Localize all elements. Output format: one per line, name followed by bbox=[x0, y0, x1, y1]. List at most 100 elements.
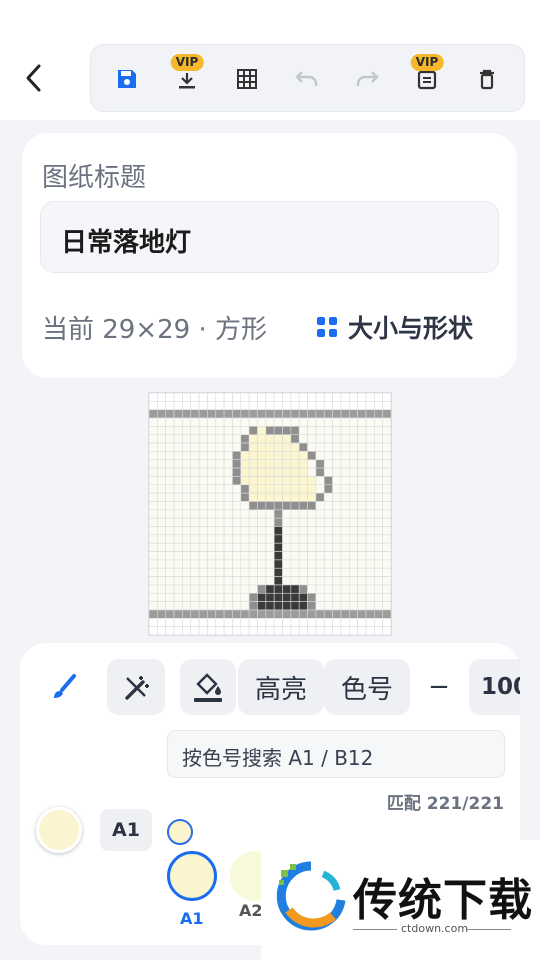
pixel-cell[interactable] bbox=[298, 401, 308, 410]
pixel-cell[interactable] bbox=[149, 576, 158, 586]
pixel-cell[interactable] bbox=[182, 576, 192, 586]
pixel-cell[interactable] bbox=[157, 584, 166, 594]
pixel-cell[interactable] bbox=[290, 409, 300, 419]
pixel-cell[interactable] bbox=[157, 526, 166, 536]
pixel-cell[interactable] bbox=[340, 409, 350, 419]
pixel-cell[interactable] bbox=[348, 567, 358, 577]
pixel-cell[interactable] bbox=[257, 542, 267, 552]
pixel-cell[interactable] bbox=[340, 476, 350, 486]
pixel-cell[interactable] bbox=[207, 567, 217, 577]
pixel-cell[interactable] bbox=[307, 526, 317, 536]
pixel-cell[interactable] bbox=[223, 584, 233, 594]
pixel-cell[interactable] bbox=[232, 426, 242, 436]
pixel-cell[interactable] bbox=[374, 567, 383, 577]
pixel-cell[interactable] bbox=[315, 476, 325, 486]
pixel-cell[interactable] bbox=[182, 626, 192, 635]
pixel-cell[interactable] bbox=[157, 567, 166, 577]
pixel-cell[interactable] bbox=[207, 534, 217, 544]
pixel-cell[interactable] bbox=[257, 559, 267, 569]
pixel-cell[interactable] bbox=[374, 434, 383, 444]
pixel-cell[interactable] bbox=[265, 526, 275, 536]
pixel-cell[interactable] bbox=[207, 542, 217, 552]
pixel-cell[interactable] bbox=[307, 626, 317, 635]
pixel-cell[interactable] bbox=[257, 417, 267, 427]
pixel-cell[interactable] bbox=[365, 476, 375, 486]
pixel-cell[interactable] bbox=[257, 492, 267, 502]
fill-tool[interactable] bbox=[180, 659, 236, 715]
pixel-cell[interactable] bbox=[382, 601, 391, 611]
pixel-cell[interactable] bbox=[290, 584, 300, 594]
pixel-cell[interactable] bbox=[315, 601, 325, 611]
pixel-cell[interactable] bbox=[157, 618, 166, 627]
pixel-cell[interactable] bbox=[265, 534, 275, 544]
pixel-cell[interactable] bbox=[374, 476, 383, 486]
pixel-cell[interactable] bbox=[323, 517, 333, 527]
pixel-cell[interactable] bbox=[290, 501, 300, 511]
pixel-cell[interactable] bbox=[365, 559, 375, 569]
pixel-cell[interactable] bbox=[257, 584, 267, 594]
pixel-cell[interactable] bbox=[290, 551, 300, 561]
pixel-cell[interactable] bbox=[374, 592, 383, 602]
pixel-cell[interactable] bbox=[190, 534, 200, 544]
pixel-cell[interactable] bbox=[165, 501, 175, 511]
pixel-cell[interactable] bbox=[215, 417, 225, 427]
pixel-cell[interactable] bbox=[173, 626, 183, 635]
pixel-cell[interactable] bbox=[190, 417, 200, 427]
pixel-cell[interactable] bbox=[315, 567, 325, 577]
pixel-cell[interactable] bbox=[265, 576, 275, 586]
pixel-cell[interactable] bbox=[323, 484, 333, 494]
pixel-cell[interactable] bbox=[207, 576, 217, 586]
pixel-cell[interactable] bbox=[190, 409, 200, 419]
pixel-cell[interactable] bbox=[215, 451, 225, 461]
pixel-cell[interactable] bbox=[149, 442, 158, 452]
pixel-cell[interactable] bbox=[323, 626, 333, 635]
eraser-tool[interactable] bbox=[107, 659, 165, 715]
pixel-cell[interactable] bbox=[215, 601, 225, 611]
pixel-cell[interactable] bbox=[198, 442, 208, 452]
pixel-cell[interactable] bbox=[323, 601, 333, 611]
pixel-cell[interactable] bbox=[307, 567, 317, 577]
pixel-cell[interactable] bbox=[149, 401, 158, 410]
pixel-cell[interactable] bbox=[215, 501, 225, 511]
pixel-cell[interactable] bbox=[165, 534, 175, 544]
pixel-cell[interactable] bbox=[240, 401, 250, 410]
pixel-cell[interactable] bbox=[265, 467, 275, 477]
pixel-cell[interactable] bbox=[273, 601, 283, 611]
pixel-cell[interactable] bbox=[149, 609, 158, 619]
pixel-cell[interactable] bbox=[165, 559, 175, 569]
pixel-cell[interactable] bbox=[382, 526, 391, 536]
pixel-cell[interactable] bbox=[273, 426, 283, 436]
pixel-cell[interactable] bbox=[273, 526, 283, 536]
pixel-cell[interactable] bbox=[149, 484, 158, 494]
pixel-cell[interactable] bbox=[165, 459, 175, 469]
pixel-cell[interactable] bbox=[157, 401, 166, 410]
pixel-cell[interactable] bbox=[265, 393, 275, 402]
pixel-cell[interactable] bbox=[374, 409, 383, 419]
pixel-cell[interactable] bbox=[182, 567, 192, 577]
pixel-cell[interactable] bbox=[290, 534, 300, 544]
pixel-cell[interactable] bbox=[282, 526, 292, 536]
pixel-cell[interactable] bbox=[182, 526, 192, 536]
pixel-cell[interactable] bbox=[315, 526, 325, 536]
pixel-cell[interactable] bbox=[215, 584, 225, 594]
pixel-cell[interactable] bbox=[207, 451, 217, 461]
pixel-cell[interactable] bbox=[165, 417, 175, 427]
pixel-cell[interactable] bbox=[282, 542, 292, 552]
pixel-cell[interactable] bbox=[240, 626, 250, 635]
pixel-cell[interactable] bbox=[332, 618, 342, 627]
pixel-cell[interactable] bbox=[265, 517, 275, 527]
pixel-cell[interactable] bbox=[382, 584, 391, 594]
pixel-cell[interactable] bbox=[198, 417, 208, 427]
pixel-cell[interactable] bbox=[165, 576, 175, 586]
pixel-cell[interactable] bbox=[348, 459, 358, 469]
pixel-cell[interactable] bbox=[215, 426, 225, 436]
pixel-cell[interactable] bbox=[290, 526, 300, 536]
pixel-cell[interactable] bbox=[332, 467, 342, 477]
pixel-cell[interactable] bbox=[198, 526, 208, 536]
pixel-cell[interactable] bbox=[348, 626, 358, 635]
pixel-cell[interactable] bbox=[273, 584, 283, 594]
pixel-cell[interactable] bbox=[282, 484, 292, 494]
pixel-cell[interactable] bbox=[332, 584, 342, 594]
pixel-cell[interactable] bbox=[357, 426, 367, 436]
pixel-cell[interactable] bbox=[232, 567, 242, 577]
